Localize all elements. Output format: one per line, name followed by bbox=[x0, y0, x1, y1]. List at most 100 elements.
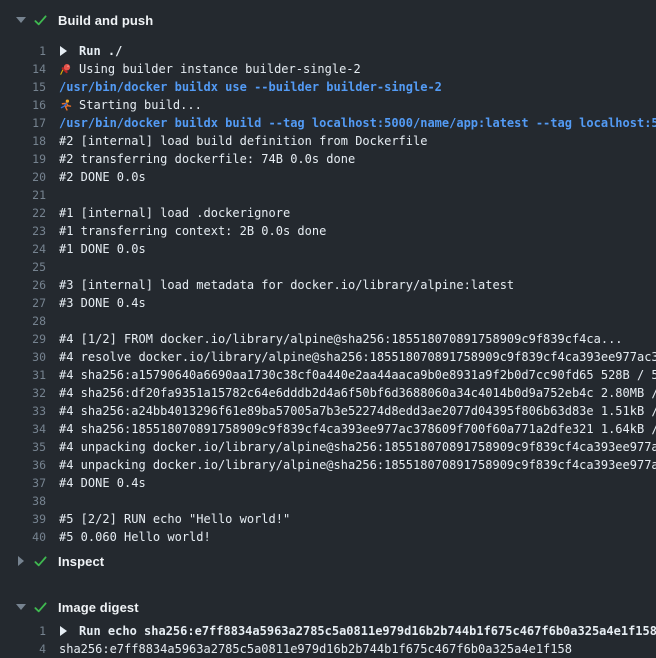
play-icon[interactable] bbox=[60, 46, 67, 56]
line-content: #5 0.060 Hello world! bbox=[59, 528, 656, 546]
line-number[interactable]: 19 bbox=[0, 150, 46, 168]
check-icon bbox=[33, 554, 48, 569]
line-number[interactable]: 36 bbox=[0, 456, 46, 474]
line-number[interactable]: 1 bbox=[0, 42, 46, 60]
log-line: 32 #4 sha256:df20fa9351a15782c64e6dddb2d… bbox=[0, 384, 656, 402]
log-line: 20 #2 DONE 0.0s bbox=[0, 168, 656, 186]
line-content: /usr/bin/docker buildx build --tag local… bbox=[59, 114, 656, 132]
line-number[interactable]: 14 bbox=[0, 60, 46, 78]
line-number[interactable]: 26 bbox=[0, 276, 46, 294]
line-number[interactable]: 39 bbox=[0, 510, 46, 528]
runner-icon bbox=[59, 99, 72, 112]
log-line: 19 #2 transferring dockerfile: 74B 0.0s … bbox=[0, 150, 656, 168]
line-content: #1 transferring context: 2B 0.0s done bbox=[59, 222, 656, 240]
line-number[interactable]: 40 bbox=[0, 528, 46, 546]
chevron-down-icon bbox=[16, 17, 26, 23]
line-number[interactable]: 34 bbox=[0, 420, 46, 438]
line-number[interactable]: 23 bbox=[0, 222, 46, 240]
line-content: #2 [internal] load build definition from… bbox=[59, 132, 656, 150]
line-number[interactable]: 37 bbox=[0, 474, 46, 492]
log-block: 1 Run ./ 14 Using builder i bbox=[0, 30, 656, 551]
log-block: 1 Run echo sha256:e7ff8834a5963a2785c5a0… bbox=[0, 617, 656, 658]
log-line: 16 Starting build... bbox=[0, 96, 656, 114]
line-content: #4 sha256:a15790640a6690aa1730c38cf0a440… bbox=[59, 366, 656, 384]
step-header-build-and-push[interactable]: Build and push bbox=[0, 10, 656, 30]
chevron-slot bbox=[16, 604, 26, 610]
step-section-image-digest: Image digest 1 Run echo sha256:e7ff8834a… bbox=[0, 597, 656, 658]
log-line: 4 sha256:e7ff8834a5963a2785c5a0811e979d1… bbox=[0, 640, 656, 658]
line-text: #2 DONE 0.0s bbox=[59, 168, 146, 186]
log-viewer: Build and push 1 Run ./ 14 bbox=[0, 0, 656, 658]
line-content: #4 resolve docker.io/library/alpine@sha2… bbox=[59, 348, 656, 366]
line-number[interactable]: 22 bbox=[0, 204, 46, 222]
step-title: Image digest bbox=[58, 600, 139, 615]
line-content: #4 sha256:185518070891758909c9f839cf4ca3… bbox=[59, 420, 656, 438]
chevron-slot bbox=[16, 556, 26, 566]
check-icon bbox=[33, 600, 48, 615]
step-section-build-and-push: Build and push 1 Run ./ 14 bbox=[0, 10, 656, 551]
play-icon[interactable] bbox=[60, 626, 67, 636]
log-line: 26 #3 [internal] load metadata for docke… bbox=[0, 276, 656, 294]
step-section-inspect: Inspect bbox=[0, 551, 656, 571]
line-number[interactable]: 21 bbox=[0, 186, 46, 204]
line-text: #2 [internal] load build definition from… bbox=[59, 132, 427, 150]
log-line: 35 #4 unpacking docker.io/library/alpine… bbox=[0, 438, 656, 456]
log-line: 25 bbox=[0, 258, 656, 276]
line-text: sha256:e7ff8834a5963a2785c5a0811e979d16b… bbox=[59, 640, 572, 658]
line-content: /usr/bin/docker buildx use --builder bui… bbox=[59, 78, 656, 96]
line-text: #1 transferring context: 2B 0.0s done bbox=[59, 222, 326, 240]
line-text: /usr/bin/docker buildx build --tag local… bbox=[59, 114, 656, 132]
line-content: #4 [1/2] FROM docker.io/library/alpine@s… bbox=[59, 330, 656, 348]
step-header-image-digest[interactable]: Image digest bbox=[0, 597, 656, 617]
line-content: Using builder instance builder-single-2 bbox=[59, 60, 656, 78]
log-line: 39 #5 [2/2] RUN echo "Hello world!" bbox=[0, 510, 656, 528]
line-content: #5 [2/2] RUN echo "Hello world!" bbox=[59, 510, 656, 528]
line-number[interactable]: 17 bbox=[0, 114, 46, 132]
log-line: 18 #2 [internal] load build definition f… bbox=[0, 132, 656, 150]
line-number[interactable]: 31 bbox=[0, 366, 46, 384]
line-number[interactable]: 1 bbox=[0, 622, 46, 640]
line-text: #4 unpacking docker.io/library/alpine@sh… bbox=[59, 438, 656, 456]
line-text: Using builder instance builder-single-2 bbox=[79, 60, 361, 78]
step-title: Inspect bbox=[58, 554, 104, 569]
line-text: #3 DONE 0.4s bbox=[59, 294, 146, 312]
line-number[interactable]: 29 bbox=[0, 330, 46, 348]
icon-slot bbox=[59, 46, 75, 56]
log-line: 38 bbox=[0, 492, 656, 510]
line-number[interactable]: 27 bbox=[0, 294, 46, 312]
log-line: 27 #3 DONE 0.4s bbox=[0, 294, 656, 312]
line-number[interactable]: 28 bbox=[0, 312, 46, 330]
line-number[interactable]: 16 bbox=[0, 96, 46, 114]
line-text: #4 resolve docker.io/library/alpine@sha2… bbox=[59, 348, 656, 366]
log-line: 33 #4 sha256:a24bb4013296f61e89ba57005a7… bbox=[0, 402, 656, 420]
log-line: 21 bbox=[0, 186, 656, 204]
line-number[interactable]: 32 bbox=[0, 384, 46, 402]
line-number[interactable]: 4 bbox=[0, 640, 46, 658]
line-content: #1 [internal] load .dockerignore bbox=[59, 204, 656, 222]
line-number[interactable]: 24 bbox=[0, 240, 46, 258]
step-header-inspect[interactable]: Inspect bbox=[0, 551, 656, 571]
line-content: Run echo sha256:e7ff8834a5963a2785c5a081… bbox=[59, 622, 656, 640]
line-number[interactable]: 33 bbox=[0, 402, 46, 420]
line-content: Run ./ bbox=[59, 42, 656, 60]
line-content: Starting build... bbox=[59, 96, 656, 114]
line-number[interactable]: 15 bbox=[0, 78, 46, 96]
line-number[interactable]: 20 bbox=[0, 168, 46, 186]
line-number[interactable]: 30 bbox=[0, 348, 46, 366]
line-number[interactable]: 35 bbox=[0, 438, 46, 456]
line-number[interactable]: 38 bbox=[0, 492, 46, 510]
line-content: #4 unpacking docker.io/library/alpine@sh… bbox=[59, 456, 656, 474]
pushpin-icon bbox=[59, 63, 72, 76]
log-line: 22 #1 [internal] load .dockerignore bbox=[0, 204, 656, 222]
line-content: #3 [internal] load metadata for docker.i… bbox=[59, 276, 656, 294]
icon-slot bbox=[59, 99, 75, 112]
line-content: #1 DONE 0.0s bbox=[59, 240, 656, 258]
log-line: 37 #4 DONE 0.4s bbox=[0, 474, 656, 492]
line-number[interactable]: 25 bbox=[0, 258, 46, 276]
log-line: 29 #4 [1/2] FROM docker.io/library/alpin… bbox=[0, 330, 656, 348]
line-number[interactable]: 18 bbox=[0, 132, 46, 150]
line-text: #4 unpacking docker.io/library/alpine@sh… bbox=[59, 456, 656, 474]
log-line: 36 #4 unpacking docker.io/library/alpine… bbox=[0, 456, 656, 474]
line-text: /usr/bin/docker buildx use --builder bui… bbox=[59, 78, 442, 96]
line-text: Starting build... bbox=[79, 96, 202, 114]
